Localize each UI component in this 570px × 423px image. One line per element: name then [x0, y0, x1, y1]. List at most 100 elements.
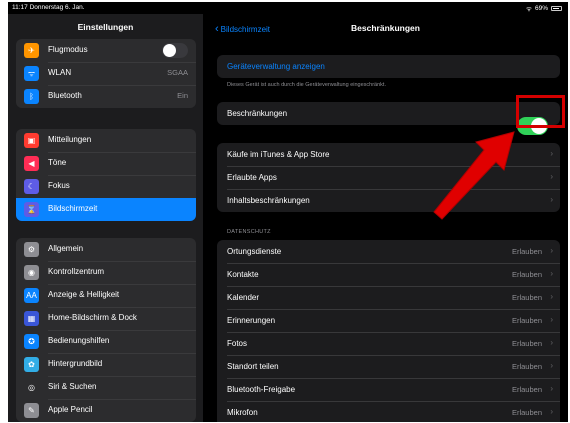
sidebar: Einstellungen ✈ Flugmodus ᯤ WLAN SGAA ᛒ Blueto… [8, 14, 203, 422]
divider [48, 399, 196, 400]
divider [227, 309, 560, 310]
device-management-link[interactable]: Geräteverwaltung anzeigen [217, 55, 560, 78]
sidebar-item-label: Mitteilungen [48, 135, 92, 144]
accessibility-icon: ✪ [24, 334, 39, 349]
sidebar-item-label: Anzeige & Helligkeit [48, 290, 120, 299]
sidebar-item-allgemein[interactable]: ⚙ Allgemein [16, 238, 196, 261]
divider [48, 353, 196, 354]
chevron-right-icon: › [550, 246, 553, 255]
sidebar-item-fokus[interactable]: ☾ Fokus [16, 175, 196, 198]
privacy-row-label: Kontakte [227, 270, 259, 279]
privacy-row-value: Erlauben [511, 408, 542, 417]
privacy-row-label: Kalender [227, 293, 260, 302]
sidebar-item-anzeige-helligkeit[interactable]: AA Anzeige & Helligkeit [16, 284, 196, 307]
privacy-row[interactable]: Erinnerungen Erlauben › [217, 309, 560, 332]
sidebar-item-bedienungshilfen[interactable]: ✪ Bedienungshilfen [16, 330, 196, 353]
sidebar-item-label: Allgemein [48, 244, 84, 253]
privacy-section-header: DATENSCHUTZ [227, 229, 271, 235]
siri-icon: ◎ [24, 380, 39, 395]
sidebar-item-kontrollzentrum[interactable]: ◉ Kontrollzentrum [16, 261, 196, 284]
notifications-icon: ▣ [24, 133, 39, 148]
store-row-label: Inhaltsbeschränkungen [227, 196, 310, 205]
divider [48, 85, 196, 86]
divider [227, 286, 560, 287]
sidebar-item-label: Apple Pencil [48, 405, 93, 414]
hourglass-icon: ⌛ [24, 202, 39, 217]
privacy-row[interactable]: Fotos Erlauben › [217, 332, 560, 355]
sidebar-item-label: Bedienungshilfen [48, 336, 110, 345]
privacy-row[interactable]: Ortungsdienste Erlauben › [217, 240, 560, 263]
chevron-right-icon: › [550, 195, 553, 204]
privacy-row[interactable]: Standort teilen Erlauben › [217, 355, 560, 378]
sidebar-item-bildschirmzeit[interactable]: ⌛ Bildschirmzeit [16, 198, 196, 221]
sidebar-group-connectivity: ✈ Flugmodus ᯤ WLAN SGAA ᛒ Bluetooth Ein [16, 39, 196, 108]
sidebar-item-value: Ein [177, 91, 188, 100]
sidebar-item-value: SGAA [167, 68, 188, 77]
privacy-row-label: Mikrofon [227, 408, 258, 417]
chevron-right-icon: › [550, 172, 553, 181]
privacy-row[interactable]: Bluetooth-Freigabe Erlauben › [217, 378, 560, 401]
store-row-label: Käufe im iTunes & App Store [227, 150, 330, 159]
sidebar-item-apple-pencil[interactable]: ✎ Apple Pencil [16, 399, 196, 422]
gear-icon: ⚙ [24, 242, 39, 257]
sidebar-item-label: Bluetooth [48, 91, 82, 100]
red-arrow-annotation [433, 131, 515, 220]
divider [227, 355, 560, 356]
privacy-row-label: Fotos [227, 339, 248, 348]
sidebar-item-mitteilungen[interactable]: ▣ Mitteilungen [16, 129, 196, 152]
chevron-right-icon: › [550, 361, 553, 370]
home-screen-icon: ▦ [24, 311, 39, 326]
sidebar-item-label: Flugmodus [48, 45, 88, 54]
battery-percent: 69% [534, 5, 548, 12]
sidebar-item-label: Töne [48, 158, 67, 167]
divider [48, 330, 196, 331]
divider [227, 332, 560, 333]
privacy-row-label: Bluetooth-Freigabe [227, 385, 296, 394]
sidebar-item-siri-suchen[interactable]: ◎ Siri & Suchen [16, 376, 196, 399]
sidebar-item-bluetooth[interactable]: ᛒ Bluetooth Ein [16, 85, 196, 108]
display-icon: AA [24, 288, 39, 303]
status-date: Donnerstag 6. Jan. [29, 4, 85, 11]
sidebar-item-hintergrundbild[interactable]: ✿ Hintergrundbild [16, 353, 196, 376]
sidebar-item-label: Fokus [48, 181, 70, 190]
chevron-right-icon: › [550, 384, 553, 393]
airplane-icon: ✈ [24, 43, 39, 58]
sidebar-item-töne[interactable]: ◀ Töne [16, 152, 196, 175]
privacy-row[interactable]: Kalender Erlauben › [217, 286, 560, 309]
control-center-icon: ◉ [24, 265, 39, 280]
divider [48, 175, 196, 176]
sidebar-item-home-bildschirm-dock[interactable]: ▦ Home-Bildschirm & Dock [16, 307, 196, 330]
privacy-row[interactable]: Mikrofon Erlauben › [217, 401, 560, 422]
privacy-row-label: Standort teilen [227, 362, 279, 371]
sidebar-item-label: Siri & Suchen [48, 382, 97, 391]
divider [227, 263, 560, 264]
privacy-row-value: Erlauben [511, 293, 542, 302]
divider [227, 378, 560, 379]
sidebar-item-label: Home-Bildschirm & Dock [48, 313, 137, 322]
arrow-shape [433, 131, 515, 220]
page-title: Beschränkungen [351, 23, 420, 33]
divider [48, 307, 196, 308]
sidebar-item-wlan[interactable]: ᯤ WLAN SGAA [16, 62, 196, 85]
restrictions-label: Beschränkungen [227, 109, 288, 118]
status-time: 11:17 [12, 4, 28, 11]
privacy-row-value: Erlauben [511, 316, 542, 325]
status-bar: 11:17 Donnerstag 6. Jan. ᯤ 69% [8, 2, 568, 14]
chevron-right-icon: › [550, 315, 553, 324]
airplane-mode-toggle[interactable] [162, 43, 188, 58]
wifi-icon: ᯤ [24, 66, 39, 81]
wifi-status-icon: ᯤ [526, 6, 532, 13]
divider [48, 152, 196, 153]
wallpaper-icon: ✿ [24, 357, 39, 372]
privacy-row[interactable]: Kontakte Erlauben › [217, 263, 560, 286]
privacy-group: Ortungsdienste Erlauben › Kontakte Erlauben ›… [217, 240, 560, 422]
bluetooth-icon: ᛒ [24, 89, 39, 104]
store-row-label: Erlaubte Apps [227, 173, 277, 182]
divider [48, 376, 196, 377]
privacy-row-value: Erlauben [511, 362, 542, 371]
sidebar-group-notifications: ▣ Mitteilungen ◀ Töne ☾ Fokus ⌛ Bildschirmzeit [16, 129, 196, 221]
sidebar-item-label: WLAN [48, 68, 72, 77]
privacy-row-value: Erlauben [511, 270, 542, 279]
sidebar-title: Einstellungen [77, 22, 134, 32]
sidebar-item-flugmodus[interactable]: ✈ Flugmodus [16, 39, 196, 62]
